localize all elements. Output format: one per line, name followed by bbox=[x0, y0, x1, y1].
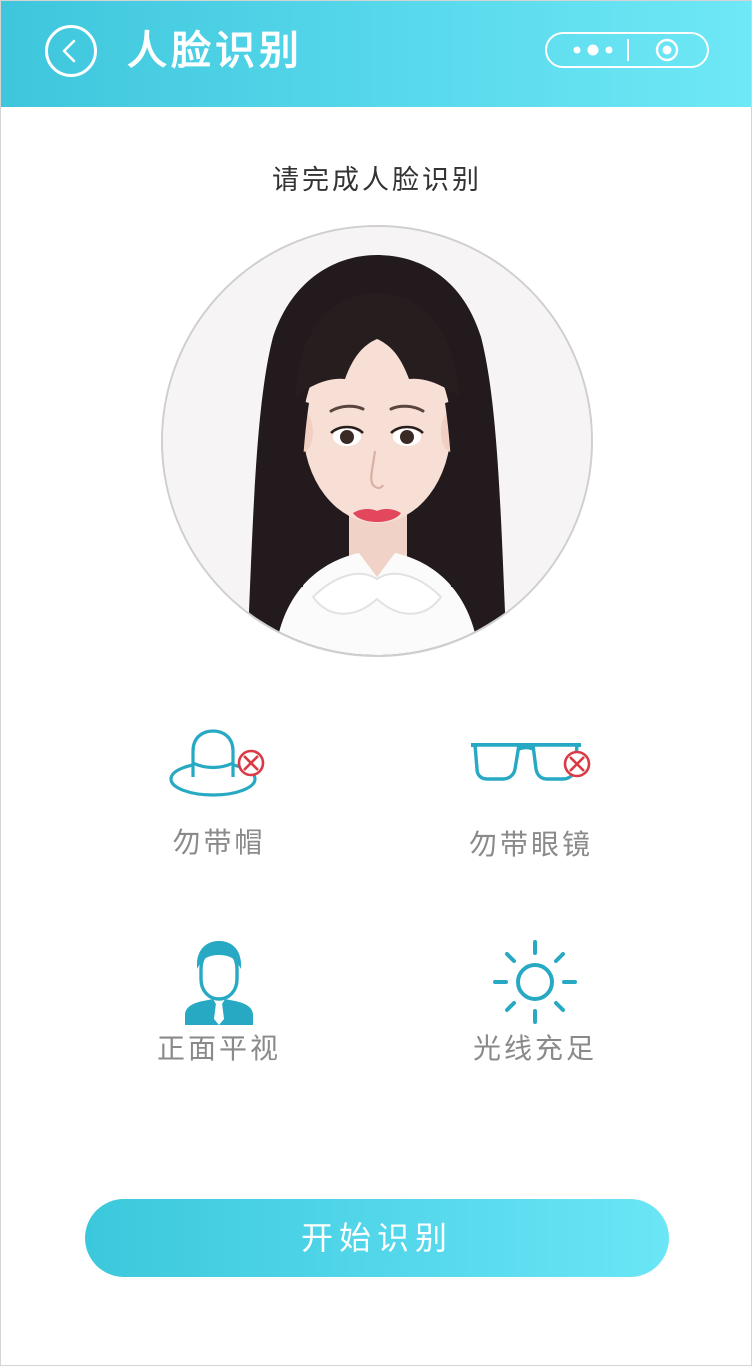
face-preview-circle bbox=[161, 225, 593, 657]
face-photo bbox=[163, 227, 591, 655]
tip-enough-light: 光线充足 bbox=[405, 939, 665, 1069]
face-recognition-page: 人脸识别 请完成人脸识别 勿带帽 勿带眼镜 正面平视 光线充足 开始识别 bbox=[0, 0, 752, 1366]
person-front-icon bbox=[185, 941, 253, 1025]
instruction-text: 请完成人脸识别 bbox=[272, 165, 482, 196]
back-button[interactable] bbox=[45, 25, 97, 77]
forbid-icon bbox=[563, 750, 591, 778]
tip-face-forward: 正面平视 bbox=[89, 939, 349, 1069]
tip-label: 勿带帽 bbox=[172, 826, 266, 859]
tip-label: 光线充足 bbox=[472, 1032, 597, 1065]
tip-label: 勿带眼镜 bbox=[468, 828, 593, 861]
chevron-left-icon bbox=[62, 39, 76, 63]
page-title: 人脸识别 bbox=[127, 28, 303, 74]
more-dots-icon bbox=[573, 44, 613, 56]
close-button[interactable] bbox=[629, 34, 709, 66]
mini-program-capsule bbox=[545, 32, 709, 68]
forbid-icon bbox=[237, 749, 265, 777]
hat-icon bbox=[169, 729, 265, 797]
glasses-icon bbox=[471, 743, 591, 781]
more-button[interactable] bbox=[547, 34, 627, 66]
nav-header: 人脸识别 bbox=[1, 1, 751, 107]
target-close-icon bbox=[655, 38, 679, 62]
tip-no-hat: 勿带帽 bbox=[89, 727, 349, 863]
sun-icon bbox=[493, 940, 577, 1024]
tip-label: 正面平视 bbox=[156, 1032, 281, 1065]
start-recognition-button[interactable]: 开始识别 bbox=[85, 1199, 669, 1277]
tip-no-glasses: 勿带眼镜 bbox=[401, 733, 661, 865]
